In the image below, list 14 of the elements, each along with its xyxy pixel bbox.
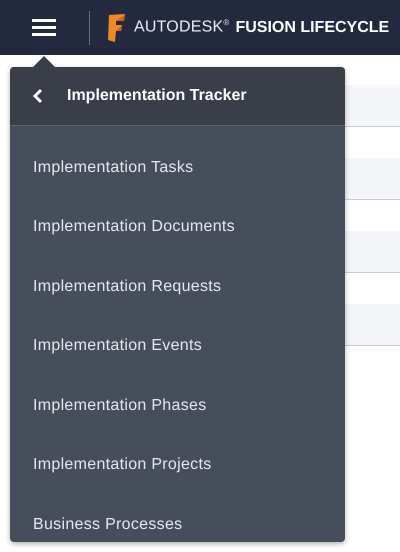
menu-item[interactable]: Implementation Events bbox=[33, 337, 202, 356]
brand-name: AUTODESK$^{®}$ bbox=[134, 18, 230, 37]
logo-icon bbox=[107, 12, 127, 42]
back-button[interactable]: Implementation Tracker bbox=[10, 67, 345, 126]
product-name: FUSION LIFECYCLE bbox=[235, 18, 390, 36]
menu-button[interactable] bbox=[32, 19, 56, 36]
menu-item[interactable]: Implementation Documents bbox=[33, 218, 235, 236]
menu-item[interactable]: Implementation Projects bbox=[33, 456, 212, 474]
back-icon bbox=[33, 88, 43, 104]
menu-item[interactable]: Business Processes bbox=[33, 516, 182, 534]
menu-item[interactable]: Implementation Tasks bbox=[33, 158, 194, 177]
menu-item[interactable]: Implementation Phases bbox=[33, 396, 207, 415]
menu-icon bbox=[32, 19, 56, 36]
menu-item[interactable]: Implementation Requests bbox=[33, 278, 222, 296]
